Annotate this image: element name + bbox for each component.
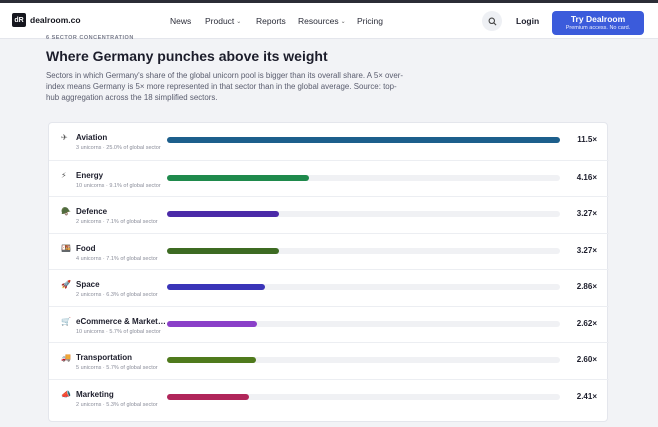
nav-link-label: News	[170, 16, 192, 26]
sector-name: Aviation	[76, 133, 108, 142]
nav-link-label: Product	[205, 16, 235, 26]
section-title: Where Germany punches above its weight	[46, 48, 328, 64]
over-index-value: 3.27×	[576, 245, 597, 255]
sector-card: ✈ Aviation 3 unicorns · 25.0% of global se…	[48, 122, 609, 422]
helmet-icon: 🪖	[61, 207, 71, 216]
top-nav: dR dealroom.co News Product ⌄ Reports Resour…	[0, 3, 658, 39]
over-index-value: 2.60×	[576, 355, 597, 364]
sector-name: eCommerce & Market…	[76, 316, 166, 326]
chevron-down-icon: ⌄	[236, 18, 242, 25]
bar-track	[167, 320, 560, 327]
bar-fill	[167, 137, 560, 143]
sector-row: 🛒 eCommerce & Market… 10 unicorns · 5.7% o…	[49, 305, 609, 342]
sector-subtitle: 5 unicorns · 5.7% of global sector	[76, 365, 158, 371]
sector-name: Energy	[76, 170, 104, 180]
nav-link-label: Resources	[298, 16, 339, 26]
nav-link-pricing[interactable]: Pricing	[357, 16, 383, 26]
sector-row: 🍱 Food 4 unicorns · 7.1% of global sector 3…	[49, 232, 609, 269]
sector-subtitle: 10 unicorns · 5.7% of global sector	[76, 328, 161, 335]
cta-title: Try Dealroom	[570, 14, 626, 24]
bar-track	[167, 393, 560, 400]
sector-row: 🚚 Transportation 5 unicorns · 5.7% of glob…	[49, 342, 609, 378]
logo[interactable]: dR dealroom.co	[12, 13, 81, 27]
chevron-down-icon: ⌄	[340, 18, 346, 25]
over-index-value: 2.86×	[576, 282, 597, 291]
bar-fill	[167, 320, 257, 327]
nav-link-reports[interactable]: Reports	[256, 16, 286, 26]
over-index-value: 3.27×	[576, 209, 597, 218]
nav-link-label: Pricing	[357, 16, 383, 26]
sector-name: Defence	[76, 207, 108, 216]
nav-link-label: Reports	[256, 16, 286, 26]
rocket-icon: 🚀	[61, 280, 71, 289]
section-description: Sectors in which Germany's share of the …	[46, 71, 403, 102]
search-button[interactable]	[482, 11, 502, 31]
bar-fill	[167, 284, 265, 290]
sector-subtitle: 3 unicorns · 25.0% of global sector	[76, 145, 161, 151]
search-icon	[488, 17, 496, 25]
bar-fill	[167, 174, 310, 181]
sector-row: 📣 Marketing 2 unicorns · 5.3% of global se…	[49, 378, 609, 415]
truck-icon: 🚚	[61, 353, 71, 362]
bar-track	[167, 174, 560, 181]
logo-text: dealroom.co	[30, 15, 81, 25]
over-index-value: 11.5×	[577, 135, 597, 144]
cta-subtitle: Premium access. No card.	[565, 25, 631, 31]
sector-row: ✈ Aviation 3 unicorns · 25.0% of global se…	[49, 123, 609, 159]
bar-track	[167, 137, 560, 143]
bar-fill	[167, 393, 250, 400]
sector-name: Marketing	[76, 389, 114, 399]
over-index-value: 2.62×	[576, 318, 597, 328]
sector-subtitle: 2 unicorns · 7.1% of global sector	[76, 219, 158, 225]
sector-subtitle: 2 unicorns · 6.3% of global sector	[76, 292, 158, 298]
sector-row: 🪖 Defence 2 unicorns · 7.1% of global sect…	[49, 196, 609, 232]
lightning-icon: ⚡	[61, 170, 67, 180]
sector-name: Transportation	[76, 353, 133, 362]
sector-row: 🚀 Space 2 unicorns · 6.3% of global sector…	[49, 269, 609, 305]
bar-track	[167, 284, 560, 290]
section-eyebrow: 6 SECTOR CONCENTRATION	[46, 35, 134, 41]
bar-fill	[167, 357, 256, 363]
food-icon: 🍱	[61, 243, 71, 253]
bar-fill	[167, 247, 279, 254]
megaphone-icon: 📣	[61, 389, 71, 399]
nav-link-resources[interactable]: Resources ⌄	[298, 16, 346, 26]
bar-track	[167, 357, 560, 363]
sector-name: Food	[76, 243, 96, 253]
try-dealroom-button[interactable]: Try Dealroom Premium access. No card.	[552, 11, 644, 35]
sector-subtitle: 2 unicorns · 5.3% of global sector	[76, 401, 158, 408]
over-index-value: 4.16×	[576, 172, 597, 182]
over-index-value: 2.41×	[576, 391, 597, 401]
sector-row: ⚡ Energy 10 unicorns · 9.1% of global sect…	[49, 159, 609, 196]
nav-link-product[interactable]: Product ⌄	[205, 16, 241, 26]
cart-icon: 🛒	[61, 316, 71, 326]
logo-mark: dR	[12, 13, 26, 27]
nav-link-news[interactable]: News	[170, 16, 191, 26]
bar-track	[167, 211, 560, 217]
sector-subtitle: 10 unicorns · 9.1% of global sector	[76, 182, 161, 189]
sector-subtitle: 4 unicorns · 7.1% of global sector	[76, 255, 158, 262]
login-link[interactable]: Login	[516, 16, 539, 26]
bar-track	[167, 247, 560, 254]
bar-fill	[167, 211, 279, 217]
sector-name: Space	[76, 280, 100, 289]
plane-icon: ✈	[61, 133, 68, 142]
